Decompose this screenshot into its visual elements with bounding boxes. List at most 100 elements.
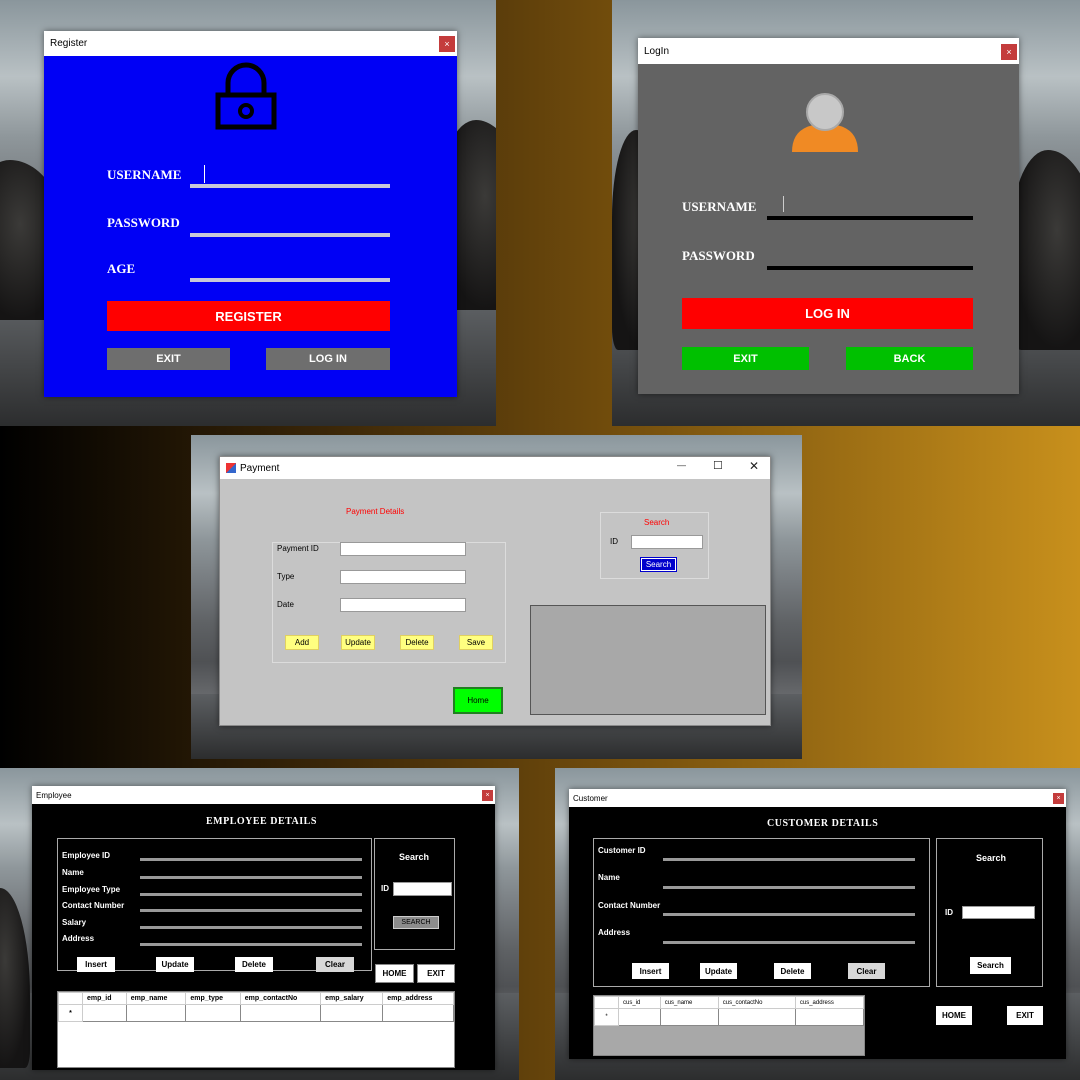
exit-button[interactable]: EXIT [682,347,809,370]
table-cell[interactable] [185,1004,241,1022]
table-cell[interactable] [82,1004,127,1022]
login-button[interactable]: LOG IN [682,298,973,329]
clear-button[interactable]: Clear [316,957,354,972]
name-input[interactable] [140,876,362,879]
table-cell[interactable] [382,1004,454,1022]
table-row[interactable]: * [594,1008,864,1026]
close-button[interactable]: × [1053,793,1064,804]
username-input[interactable] [190,184,390,188]
employee-table: emp_id emp_name emp_type emp_contactNo e… [58,992,454,1022]
update-button[interactable]: Update [341,635,375,650]
delete-button[interactable]: Delete [774,963,811,979]
salary-label: Salary [62,918,87,927]
table-cell[interactable] [618,1008,661,1026]
home-button[interactable]: Home [453,687,503,714]
table-cell[interactable] [659,1008,719,1026]
column-header[interactable]: cus_name [659,996,719,1009]
exit-button[interactable]: EXIT [1007,1006,1043,1025]
address-label: Address [598,928,631,937]
employee-data-grid[interactable]: emp_id emp_name emp_type emp_contactNo e… [57,991,455,1068]
password-label: PASSWORD [107,215,180,230]
username-input[interactable] [767,216,973,220]
contact-number-label: Contact Number [598,901,661,910]
customer-window: Customer × CUSTOMER DETAILS Customer ID … [569,789,1066,1059]
lock-icon [215,62,277,130]
name-input[interactable] [663,886,915,889]
contact-number-input[interactable] [663,913,915,916]
table-cell[interactable] [125,1004,187,1022]
search-button[interactable]: Search [970,957,1011,974]
user-avatar-icon [792,93,858,152]
payment-data-grid[interactable] [530,605,766,715]
add-button[interactable]: Add [285,635,319,650]
search-button[interactable]: Search [640,557,677,572]
home-button[interactable]: HOME [375,964,414,983]
password-input[interactable] [767,266,973,270]
delete-button[interactable]: Delete [400,635,434,650]
employee-type-input[interactable] [140,893,362,896]
close-button[interactable]: × [439,36,455,52]
close-button[interactable]: ✕ [749,459,759,473]
update-button[interactable]: Update [156,957,194,972]
insert-button[interactable]: Insert [77,957,115,972]
clear-button[interactable]: Clear [848,963,885,979]
customer-id-label: Customer ID [598,846,646,855]
back-button[interactable]: BACK [846,347,973,370]
table-cell[interactable] [717,1008,796,1026]
search-id-input[interactable] [962,906,1035,919]
column-header[interactable]: emp_name [125,992,187,1005]
password-label: PASSWORD [682,248,755,263]
column-header[interactable]: cus_contactNo [717,996,796,1009]
type-input[interactable] [340,570,466,584]
exit-button[interactable]: EXIT [107,348,230,370]
search-button[interactable]: SEARCH [393,916,439,929]
customer-data-grid[interactable]: cus_id cus_name cus_contactNo cus_addres… [593,995,865,1056]
table-cell[interactable] [320,1004,384,1022]
contact-number-input[interactable] [140,909,362,912]
address-input[interactable] [140,943,362,946]
delete-button[interactable]: Delete [235,957,273,972]
column-header[interactable]: emp_type [185,992,241,1005]
search-id-label: ID [610,537,618,546]
address-input[interactable] [663,941,915,944]
table-cell[interactable] [239,1004,322,1022]
date-input[interactable] [340,598,466,612]
table-header-row: emp_id emp_name emp_type emp_contactNo e… [58,992,454,1005]
exit-button[interactable]: EXIT [417,964,455,983]
employee-id-input[interactable] [140,858,362,861]
search-heading: Search [399,852,430,862]
close-button[interactable]: × [482,790,493,801]
close-button[interactable]: × [1001,44,1017,60]
register-button[interactable]: REGISTER [107,301,390,331]
salary-input[interactable] [140,926,362,929]
login-titlebar: LogIn [638,38,1019,64]
insert-button[interactable]: Insert [632,963,669,979]
type-label: Type [277,572,295,581]
home-button[interactable]: HOME [936,1006,972,1025]
window-title: Register [50,38,88,49]
minimize-button[interactable]: — [677,460,686,470]
column-header[interactable]: emp_address [382,992,454,1005]
table-row[interactable]: * [58,1004,454,1022]
update-button[interactable]: Update [700,963,737,979]
search-id-input[interactable] [631,535,703,549]
payment-id-input[interactable] [340,542,466,556]
table-cell[interactable] [794,1008,864,1026]
save-button[interactable]: Save [459,635,493,650]
column-header[interactable]: cus_id [618,996,661,1009]
employee-window: Employee × EMPLOYEE DETAILS Employee ID … [32,786,495,1070]
customer-id-input[interactable] [663,858,915,861]
age-input[interactable] [190,278,390,282]
search-id-input[interactable] [393,882,452,896]
column-header[interactable]: emp_contactNo [239,992,322,1005]
column-header[interactable]: cus_address [794,996,864,1009]
column-header[interactable]: emp_salary [320,992,384,1005]
password-input[interactable] [190,233,390,237]
window-title: Customer [573,793,608,803]
column-header[interactable]: emp_id [82,992,127,1005]
date-label: Date [277,600,294,609]
maximize-button[interactable]: ☐ [713,459,723,472]
login-button[interactable]: LOG IN [266,348,390,370]
payment-details-heading: Payment Details [346,507,405,516]
username-label: USERNAME [682,199,757,214]
